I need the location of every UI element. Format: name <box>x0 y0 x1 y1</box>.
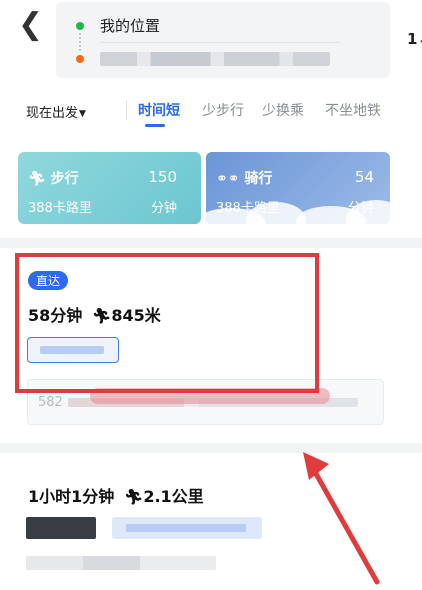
bike-card-title: ⚭⚭ 骑行 <box>216 171 273 187</box>
walk-icon: 🏃︎ <box>28 171 46 187</box>
bike-card[interactable]: ⚭⚭ 骑行 54 388卡路里 分钟 <box>206 152 390 224</box>
destination-dot-icon <box>76 55 84 63</box>
origin-field[interactable]: 我的位置 <box>100 15 160 36</box>
transit-line-chip[interactable] <box>112 517 262 539</box>
tab-shortest-time[interactable]: 时间短 <box>138 100 180 120</box>
bike-card-value: 54 <box>354 168 374 186</box>
destination-field[interactable] <box>100 52 330 66</box>
route-input-box[interactable]: 我的位置 1↓ <box>56 2 422 78</box>
blurred-line-badge <box>26 517 96 539</box>
swap-vertical-icon[interactable]: 1↓ <box>407 30 422 48</box>
section-divider <box>0 238 422 248</box>
walk-card-title: 🏃︎ 步行 <box>28 171 79 187</box>
caret-down-icon: ▼ <box>79 109 86 119</box>
bike-card-calories: 388卡路里 <box>216 201 280 216</box>
blurred-detail-text <box>26 556 216 570</box>
tab-less-walking[interactable]: 少步行 <box>202 100 244 120</box>
walk-card-value: 150 <box>148 168 177 186</box>
route-connector <box>79 33 81 51</box>
route-walk-distance: 2.1公里 <box>143 487 204 506</box>
divider <box>126 100 127 120</box>
red-highlight-box <box>15 253 319 393</box>
walk-card[interactable]: 🏃︎ 步行 150 388卡路里 分钟 <box>18 152 201 224</box>
depart-time-label: 现在出发 <box>26 106 79 121</box>
walk-icon: 🏃︎ <box>124 488 144 506</box>
route-summary-2[interactable]: 1小时1分钟 🏃︎2.1公里 <box>28 483 204 507</box>
tab-fewer-transfers[interactable]: 少换乘 <box>262 100 304 120</box>
walk-card-unit: 分钟 <box>150 201 177 216</box>
depart-time-dropdown[interactable]: 现在出发▼ <box>26 102 86 121</box>
tab-active-indicator <box>145 124 165 127</box>
origin-dot-icon <box>76 22 84 30</box>
bike-icon: ⚭⚭ <box>216 171 240 187</box>
detail-prefix: 582 <box>38 395 63 410</box>
bike-card-unit: 分钟 <box>347 201 374 216</box>
back-icon[interactable]: ❮ <box>18 10 44 44</box>
route-duration: 1小时1分钟 <box>28 487 115 506</box>
blurred-line-name <box>126 524 246 532</box>
walk-card-calories: 388卡路里 <box>28 201 92 216</box>
red-arrow-annotation <box>303 452 380 585</box>
tab-no-subway[interactable]: 不坐地铁 <box>325 100 381 120</box>
divider <box>100 42 340 43</box>
